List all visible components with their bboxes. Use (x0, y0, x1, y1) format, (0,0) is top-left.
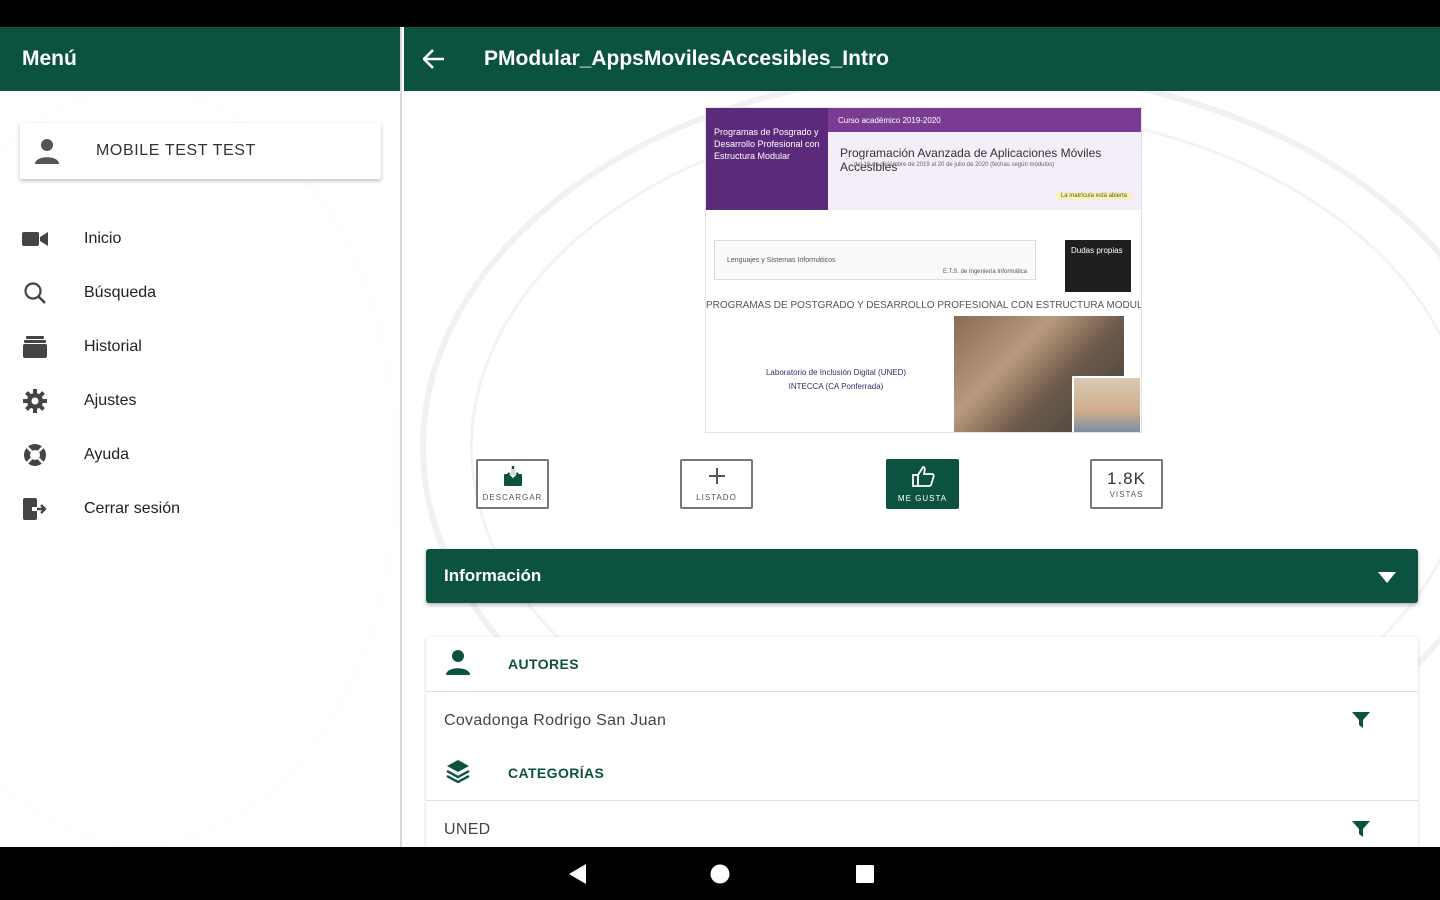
lab-line-1: Laboratorio de Inclusión Digital (UNED) (765, 368, 907, 377)
views-counter: 1.8K VISTAS (1090, 459, 1163, 509)
menu-item-label: Inicio (84, 230, 122, 247)
authors-section-header: AUTORES (426, 637, 1418, 691)
field-label: Lenguajes y Sistemas Informáticos (727, 257, 836, 264)
logout-icon (22, 496, 48, 522)
views-label: VISTAS (1109, 489, 1144, 499)
download-label: DESCARGAR (482, 493, 543, 502)
categories-section-header: CATEGORÍAS (426, 746, 1418, 800)
gear-icon (22, 388, 48, 414)
field-right-text: E.T.S. de Ingeniería Informática (942, 269, 1027, 275)
lists-label: LISTADO (696, 493, 737, 502)
video-camera-icon (22, 226, 48, 252)
menu-item-label: Cerrar sesión (84, 500, 181, 517)
banner-course-title: Programación Avanzada de Aplicaciones Mó… (840, 146, 1102, 174)
like-button[interactable]: ME GUSTA (886, 459, 959, 509)
menu-item-label: Historial (84, 338, 142, 355)
drawer-title: Menú (0, 27, 400, 91)
author-name: Covadonga Rodrigo San Juan (444, 712, 667, 729)
action-buttons: DESCARGAR LISTADO ME GUSTA 1.8K VISTAS (404, 459, 1440, 511)
back-nav-icon[interactable] (565, 861, 591, 887)
caret-down-icon (1378, 569, 1396, 589)
menu-item-busqueda[interactable]: Búsqueda (0, 266, 400, 320)
add-to-list-button[interactable]: LISTADO (680, 459, 753, 509)
download-icon (502, 466, 524, 491)
video-thumbnail[interactable]: Programas de Posgrado y Desarrollo Profe… (705, 107, 1142, 433)
history-box-icon (22, 334, 48, 360)
thumbnail-photo-inset (1072, 376, 1141, 432)
download-button[interactable]: DESCARGAR (476, 459, 549, 509)
menu-item-label: Búsqueda (84, 284, 157, 301)
categories-label: CATEGORÍAS (508, 765, 605, 781)
views-value: 1.8K (1107, 468, 1146, 488)
filter-icon[interactable] (1352, 712, 1370, 733)
user-profile-card[interactable]: MOBILE TEST TEST (20, 123, 381, 179)
banner-academic-year: Curso académico 2019-2020 (828, 108, 1141, 132)
search-icon (22, 280, 48, 306)
info-title: Información (444, 566, 542, 585)
drawer-menu: Inicio Búsqueda Historial Ajustes Ayuda … (0, 212, 400, 536)
menu-item-label: Ayuda (84, 446, 130, 463)
app-screen: Menú MOBILE TEST TEST Inicio Búsqueda Hi… (0, 27, 1440, 847)
filter-icon[interactable] (1352, 821, 1370, 842)
menu-item-cerrar-sesion[interactable]: Cerrar sesión (0, 482, 400, 536)
thumbnail-lab-text: Laboratorio de Inclusión Digital (UNED) … (726, 366, 946, 394)
category-row[interactable]: UNED (426, 801, 1418, 847)
user-name: MOBILE TEST TEST (96, 142, 256, 159)
author-row[interactable]: Covadonga Rodrigo San Juan (426, 692, 1418, 750)
person-icon (446, 649, 470, 680)
page-title: PModular_AppsMovilesAccesibles_Intro (484, 47, 889, 70)
menu-item-ayuda[interactable]: Ayuda (0, 428, 400, 482)
system-navigation-bar (0, 847, 1440, 900)
navigation-drawer: Menú MOBILE TEST TEST Inicio Búsqueda Hi… (0, 27, 402, 847)
status-bar (0, 0, 1440, 27)
thumbnail-field-box: Lenguajes y Sistemas Informáticos E.T.S.… (714, 240, 1036, 280)
app-bar: PModular_AppsMovilesAccesibles_Intro (404, 27, 1440, 91)
thumbs-up-icon (911, 465, 935, 492)
lab-line-2: INTECCA (CA Ponferrada) (788, 382, 884, 391)
person-icon (22, 138, 72, 164)
banner-program-text: Programas de Posgrado y Desarrollo Profe… (706, 108, 828, 210)
info-card: AUTORES Covadonga Rodrigo San Juan CATEG… (426, 637, 1418, 847)
thumbnail-heading: PROGRAMAS DE POSTGRADO Y DESARROLLO PROF… (706, 300, 1142, 311)
menu-item-label: Ajustes (84, 392, 137, 409)
arrow-back-icon[interactable] (404, 27, 464, 91)
category-name: UNED (444, 821, 491, 838)
like-label: ME GUSTA (897, 494, 948, 503)
plus-icon (707, 466, 727, 491)
authors-label: AUTORES (508, 656, 579, 672)
thumbnail-cover: Dudas propias (1065, 240, 1131, 292)
banner-dates: del 16 de diciembre de 2019 al 20 de jul… (854, 162, 1055, 168)
menu-item-ajustes[interactable]: Ajustes (0, 374, 400, 428)
menu-item-historial[interactable]: Historial (0, 320, 400, 374)
layers-icon (446, 759, 470, 788)
lifebuoy-icon (22, 442, 48, 468)
home-nav-icon[interactable] (707, 861, 733, 887)
recents-nav-icon[interactable] (852, 861, 878, 887)
menu-item-inicio[interactable]: Inicio (0, 212, 400, 266)
banner-enrollment-tag: La matrícula está abierta (1056, 192, 1131, 200)
info-accordion-header[interactable]: Información (426, 549, 1418, 603)
